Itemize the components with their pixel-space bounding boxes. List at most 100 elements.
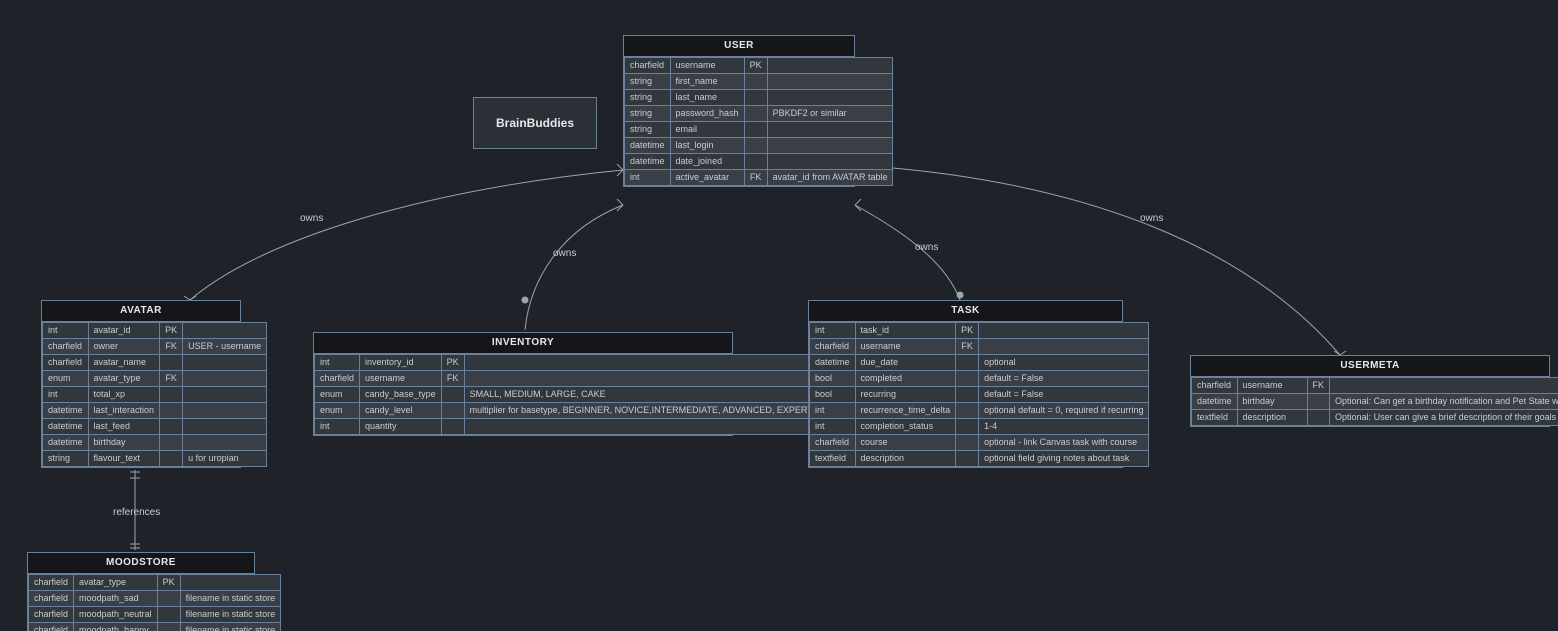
field-row: datetimedate_joined (625, 154, 893, 170)
field-type: datetime (43, 403, 89, 419)
field-name: due_date (855, 355, 956, 371)
entity-inventory[interactable]: INVENTORY intinventory_idPKcharfielduser… (313, 332, 733, 436)
field-type: int (315, 419, 360, 435)
field-row: stringfirst_name (625, 74, 893, 90)
field-note (767, 74, 893, 90)
field-name: completed (855, 371, 956, 387)
field-key (744, 90, 767, 106)
field-name: last_interaction (88, 403, 160, 419)
entity-avatar[interactable]: AVATAR intavatar_idPKcharfieldownerFKUSE… (41, 300, 241, 468)
field-name: completion_status (855, 419, 956, 435)
field-key (160, 435, 183, 451)
field-note (767, 122, 893, 138)
field-note: avatar_id from AVATAR table (767, 170, 893, 186)
field-note: default = False (979, 371, 1149, 387)
field-note (183, 387, 267, 403)
field-note (183, 323, 267, 339)
field-row: charfieldusernameFK (1192, 378, 1558, 394)
field-type: datetime (810, 355, 856, 371)
field-key (441, 419, 464, 435)
field-name: recurring (855, 387, 956, 403)
field-type: bool (810, 371, 856, 387)
field-key: FK (160, 339, 183, 355)
entity-fields: charfieldusernamePKstringfirst_namestrin… (624, 57, 893, 186)
field-key (956, 403, 979, 419)
field-row: charfieldusernamePK (625, 58, 893, 74)
field-key: FK (160, 371, 183, 387)
field-note: optional field giving notes about task (979, 451, 1149, 467)
field-key (160, 355, 183, 371)
field-row: datetimelast_interaction (43, 403, 267, 419)
entity-moodstore[interactable]: MOODSTORE charfieldavatar_typePKcharfiel… (27, 552, 255, 631)
entity-usermeta[interactable]: USERMETA charfieldusernameFKdatetimebirt… (1190, 355, 1550, 427)
field-name: quantity (360, 419, 442, 435)
field-type: textfield (810, 451, 856, 467)
field-name: description (855, 451, 956, 467)
entity-title: AVATAR (42, 301, 240, 322)
field-name: email (670, 122, 744, 138)
field-type: datetime (625, 154, 671, 170)
field-type: textfield (1192, 410, 1238, 426)
field-key (956, 355, 979, 371)
field-type: string (625, 74, 671, 90)
field-type: int (625, 170, 671, 186)
field-name: last_feed (88, 419, 160, 435)
field-key (157, 607, 180, 623)
field-key: PK (744, 58, 767, 74)
field-row: enumavatar_typeFK (43, 371, 267, 387)
field-note: optional default = 0, required if recurr… (979, 403, 1149, 419)
edge-label-user-inventory: owns (553, 248, 576, 259)
field-type: charfield (29, 591, 74, 607)
field-row: intavatar_idPK (43, 323, 267, 339)
field-note (1330, 378, 1558, 394)
field-type: enum (315, 403, 360, 419)
field-type: int (810, 419, 856, 435)
field-row: intinventory_idPK (315, 355, 819, 371)
entity-task[interactable]: TASK inttask_idPKcharfieldusernameFKdate… (808, 300, 1123, 468)
field-note (183, 419, 267, 435)
edge-label-user-task: owns (915, 242, 938, 253)
field-key (956, 451, 979, 467)
field-note (464, 371, 818, 387)
field-key (744, 74, 767, 90)
field-key (1307, 394, 1330, 410)
field-row: stringpassword_hashPBKDF2 or similar (625, 106, 893, 122)
entity-fields: intavatar_idPKcharfieldownerFKUSER - use… (42, 322, 267, 467)
field-row: charfieldmoodpath_neutralfilename in sta… (29, 607, 281, 623)
field-type: charfield (625, 58, 671, 74)
field-name: avatar_type (74, 575, 158, 591)
field-name: active_avatar (670, 170, 744, 186)
field-type: string (625, 106, 671, 122)
field-row: intrecurrence_time_deltaoptional default… (810, 403, 1149, 419)
field-key (1307, 410, 1330, 426)
field-row: inttask_idPK (810, 323, 1149, 339)
field-note: filename in static store (180, 623, 281, 631)
field-type: charfield (810, 435, 856, 451)
field-key (956, 419, 979, 435)
field-key (157, 623, 180, 631)
field-type: datetime (43, 419, 89, 435)
field-note: u for uropian (183, 451, 267, 467)
field-name: birthday (1237, 394, 1307, 410)
field-note (767, 58, 893, 74)
field-note (183, 371, 267, 387)
field-row: stringlast_name (625, 90, 893, 106)
field-type: int (810, 403, 856, 419)
entity-fields: charfieldusernameFKdatetimebirthdayOptio… (1191, 377, 1558, 426)
field-row: textfielddescription optional field givin… (810, 451, 1149, 467)
field-key: FK (441, 371, 464, 387)
field-type: bool (810, 387, 856, 403)
field-note: PBKDF2 or similar (767, 106, 893, 122)
field-row: boolcompleted default = False (810, 371, 1149, 387)
field-row: intquantity (315, 419, 819, 435)
field-row: textfielddescriptionOptional: User can g… (1192, 410, 1558, 426)
field-key: PK (157, 575, 180, 591)
field-row: datetimelast_login (625, 138, 893, 154)
field-row: enumcandy_base_typeSMALL, MEDIUM, LARGE,… (315, 387, 819, 403)
entity-user[interactable]: USER charfieldusernamePKstringfirst_name… (623, 35, 855, 187)
field-type: int (810, 323, 856, 339)
field-key (160, 387, 183, 403)
field-note: optional - link Canvas task with course (979, 435, 1149, 451)
project-label: BrainBuddies (473, 97, 597, 149)
field-name: moodpath_happy (74, 623, 158, 631)
